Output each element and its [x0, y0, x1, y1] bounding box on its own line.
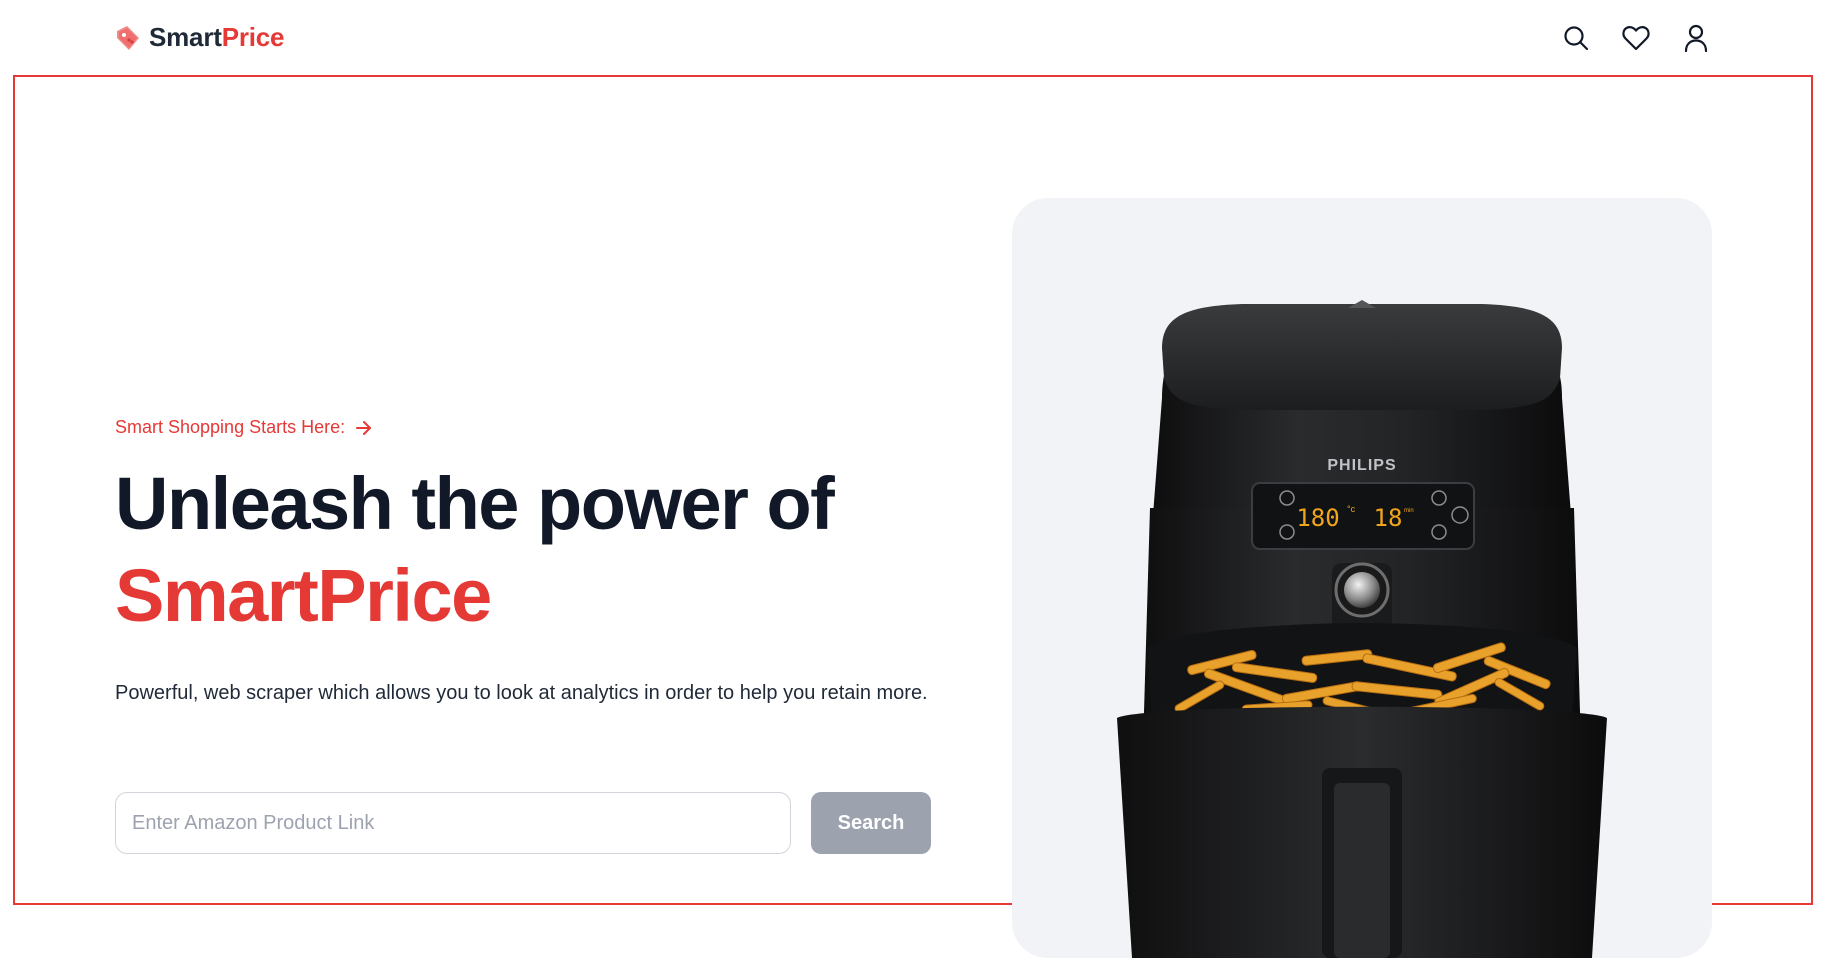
search-icon[interactable] — [1560, 22, 1592, 54]
temp-readout: 180 — [1296, 504, 1339, 532]
product-link-input[interactable] — [115, 792, 791, 854]
hero-description: Powerful, web scraper which allows you t… — [115, 682, 928, 704]
brand-name-part2: Price — [221, 22, 285, 52]
temp-unit: °c — [1347, 504, 1356, 514]
philips-brand-label: PHILIPS — [1327, 457, 1396, 474]
product-image-panel: PHILIPS 180 °c 18 min — [1012, 198, 1712, 958]
navbar: SmartPrice — [0, 0, 1827, 75]
headline-brand: SmartPrice — [115, 554, 492, 637]
hero-section: Smart Shopping Starts Here: Unleash the … — [13, 75, 1813, 958]
brand-name: SmartPrice — [149, 22, 285, 53]
search-form: Search — [115, 792, 931, 854]
time-unit: min — [1404, 508, 1414, 514]
nav-icons — [1560, 22, 1712, 54]
headline-line1: Unleash the power of — [115, 462, 835, 545]
hero-headline: Unleash the power of SmartPrice — [115, 458, 955, 642]
time-readout: 18 — [1374, 504, 1403, 532]
air-fryer-image: PHILIPS 180 °c 18 min — [1117, 300, 1607, 958]
user-icon[interactable] — [1680, 22, 1712, 54]
kicker-text: Smart Shopping Starts Here: — [115, 417, 346, 437]
hero-text: Smart Shopping Starts Here: Unleash the … — [115, 417, 955, 728]
arrow-right-icon — [355, 420, 373, 436]
brand-logo-link[interactable]: SmartPrice — [113, 22, 285, 53]
price-tag-icon — [113, 23, 143, 53]
heart-icon[interactable] — [1620, 22, 1652, 54]
search-button[interactable]: Search — [811, 792, 931, 854]
kicker: Smart Shopping Starts Here: — [115, 417, 955, 438]
brand-name-part1: Smart — [149, 22, 222, 52]
